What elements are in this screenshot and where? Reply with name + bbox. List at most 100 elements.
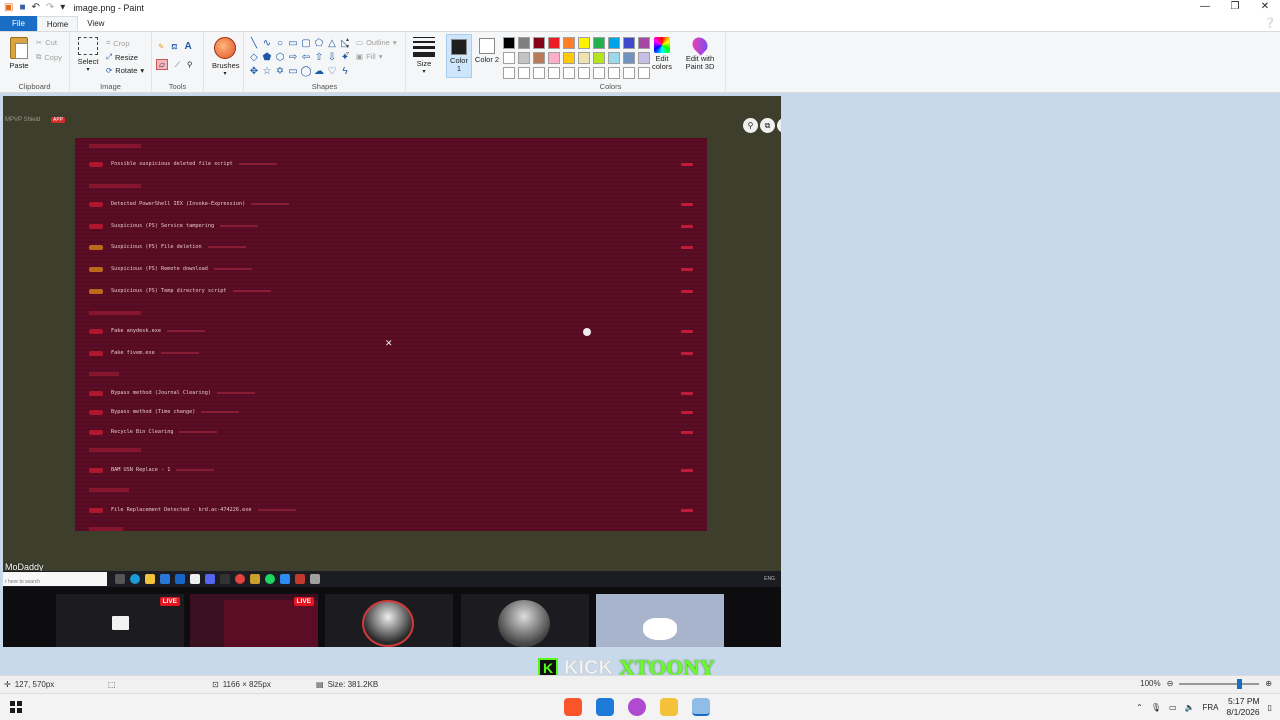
palette-swatch[interactable] xyxy=(518,67,530,79)
resize-button[interactable]: ⤢ Resize xyxy=(106,52,138,62)
palette-swatch[interactable] xyxy=(548,67,560,79)
polygon-shape-icon[interactable]: ⬠ xyxy=(313,37,325,50)
rounded-rectangle-shape-icon[interactable]: ▢ xyxy=(300,37,312,50)
start-button[interactable] xyxy=(10,701,22,713)
right-triangle-shape-icon[interactable]: ◺ xyxy=(339,37,351,50)
pencil-icon[interactable]: ✎ xyxy=(158,42,164,51)
select-button[interactable]: Select ▾ xyxy=(77,37,99,73)
callout-oval-shape-icon[interactable]: ◯ xyxy=(300,65,312,78)
edit-colors-button[interactable]: Edit colors xyxy=(648,37,676,71)
media-icon[interactable] xyxy=(628,698,646,716)
text-tool-icon[interactable]: A xyxy=(184,41,191,52)
palette-swatch[interactable] xyxy=(503,67,515,79)
palette-swatch[interactable] xyxy=(563,67,575,79)
palette-swatch[interactable] xyxy=(563,52,575,64)
brave-icon[interactable] xyxy=(564,698,582,716)
fill-bucket-icon[interactable]: ⛾ xyxy=(171,42,177,52)
language-indicator[interactable]: FRA xyxy=(1203,703,1219,712)
image-canvas[interactable]: MPVP Shield APP ⚲ ⧉ ✕ Possible suspiciou… xyxy=(3,96,781,647)
up-arrow-shape-icon[interactable]: ⇧ xyxy=(313,51,325,64)
palette-swatch[interactable] xyxy=(623,67,635,79)
network-icon[interactable]: ▭ xyxy=(1169,703,1177,712)
palette-swatch[interactable] xyxy=(548,37,560,49)
palette-swatch[interactable] xyxy=(593,52,605,64)
zoom-in-button[interactable]: ⊕ xyxy=(1265,679,1272,688)
pentagon-shape-icon[interactable]: ⬟ xyxy=(261,51,273,64)
left-arrow-shape-icon[interactable]: ⇦ xyxy=(300,51,312,64)
curve-shape-icon[interactable]: ∿ xyxy=(261,37,273,50)
paint-app-icon[interactable]: ▣ xyxy=(4,0,13,16)
palette-swatch[interactable] xyxy=(503,37,515,49)
palette-swatch[interactable] xyxy=(548,52,560,64)
palette-swatch[interactable] xyxy=(608,37,620,49)
palette-swatch[interactable] xyxy=(608,52,620,64)
palette-swatch[interactable] xyxy=(578,67,590,79)
down-arrow-shape-icon[interactable]: ⇩ xyxy=(326,51,338,64)
rotate-button[interactable]: ⟳ Rotate ▾ xyxy=(106,66,144,75)
shapes-gallery[interactable]: ╲ ∿ ○ ▭ ▢ ⬠ △ ◺ ◇ ⬟ ⬡ ⇨ ⇦ ⇧ ⇩ ✦ ✥ ☆ ✡ ▭ … xyxy=(248,37,351,78)
zoom-slider[interactable] xyxy=(1179,678,1260,689)
callout-cloud-shape-icon[interactable]: ☁ xyxy=(313,65,325,78)
file-explorer-icon[interactable] xyxy=(660,698,678,716)
rectangle-shape-icon[interactable]: ▭ xyxy=(287,37,299,50)
close-button[interactable]: ✕ xyxy=(1250,0,1280,16)
clock[interactable]: 5:17 PM 8/1/2026 xyxy=(1227,696,1260,718)
color-palette[interactable] xyxy=(503,37,651,80)
five-point-star-icon[interactable]: ☆ xyxy=(261,65,273,78)
palette-swatch[interactable] xyxy=(533,52,545,64)
fill-button[interactable]: ▣ Fill ▾ xyxy=(356,52,382,61)
brushes-group[interactable]: Brushes ▾ xyxy=(204,32,244,93)
six-point-star-icon[interactable]: ✡ xyxy=(274,65,286,78)
palette-swatch[interactable] xyxy=(533,37,545,49)
minimize-button[interactable]: — xyxy=(1190,0,1220,16)
cut-button[interactable]: ✂ Cut xyxy=(36,38,57,47)
magnifier-icon[interactable]: ⚲ xyxy=(187,60,193,69)
callout-rect-shape-icon[interactable]: ▭ xyxy=(287,65,299,78)
oval-shape-icon[interactable]: ○ xyxy=(274,37,286,50)
palette-swatch[interactable] xyxy=(563,37,575,49)
color-picker-icon[interactable]: ⟋ xyxy=(175,60,180,70)
palette-swatch[interactable] xyxy=(623,52,635,64)
triangle-shape-icon[interactable]: △ xyxy=(326,37,338,50)
heart-shape-icon[interactable]: ♡ xyxy=(326,65,338,78)
color1-button[interactable]: Color 1 xyxy=(446,34,472,78)
eraser-icon[interactable]: ▱ xyxy=(156,59,168,70)
palette-swatch[interactable] xyxy=(518,52,530,64)
shapes-scroll-icon[interactable]: ▴ ▾ ▿ xyxy=(346,36,349,57)
zoom-out-button[interactable]: ⊖ xyxy=(1167,679,1174,688)
palette-swatch[interactable] xyxy=(608,67,620,79)
palette-swatch[interactable] xyxy=(593,67,605,79)
palette-swatch[interactable] xyxy=(623,37,635,49)
customize-icon[interactable]: ▾ xyxy=(60,0,65,16)
lightning-shape-icon[interactable]: ϟ xyxy=(339,65,351,78)
tab-file[interactable]: File xyxy=(0,16,37,31)
notifications-icon[interactable]: ▯ xyxy=(1268,703,1272,712)
four-point-star-icon[interactable]: ✦ xyxy=(339,51,351,64)
four-way-arrow-shape-icon[interactable]: ✥ xyxy=(248,65,260,78)
help-icon[interactable]: ❔ xyxy=(1264,16,1276,31)
palette-swatch[interactable] xyxy=(518,37,530,49)
palette-swatch[interactable] xyxy=(503,52,515,64)
tab-home[interactable]: Home xyxy=(36,16,79,31)
maximize-button[interactable]: ❐ xyxy=(1220,0,1250,16)
microphone-icon[interactable]: 🎙 xyxy=(1151,703,1161,712)
save-icon[interactable]: ■ xyxy=(19,0,25,16)
hexagon-shape-icon[interactable]: ⬡ xyxy=(274,51,286,64)
palette-swatch[interactable] xyxy=(578,52,590,64)
palette-swatch[interactable] xyxy=(593,37,605,49)
redo-icon[interactable]: ↷ xyxy=(46,0,54,16)
volume-icon[interactable]: 🔈 xyxy=(1185,703,1195,712)
palette-swatch[interactable] xyxy=(533,67,545,79)
show-hidden-icons[interactable]: ⌃ xyxy=(1136,703,1143,712)
line-shape-icon[interactable]: ╲ xyxy=(248,37,260,50)
app-icon[interactable] xyxy=(596,698,614,716)
crop-button[interactable]: ⌗ Crop xyxy=(106,38,130,48)
tab-view[interactable]: View xyxy=(78,16,113,31)
zoom-slider-knob[interactable] xyxy=(1237,678,1243,689)
copy-button[interactable]: ⧉ Copy xyxy=(36,52,62,62)
size-button[interactable]: Size ▾ xyxy=(412,37,436,75)
palette-swatch[interactable] xyxy=(578,37,590,49)
undo-icon[interactable]: ↶ xyxy=(32,0,40,16)
right-arrow-shape-icon[interactable]: ⇨ xyxy=(287,51,299,64)
paint-taskbar-icon[interactable] xyxy=(692,698,710,716)
